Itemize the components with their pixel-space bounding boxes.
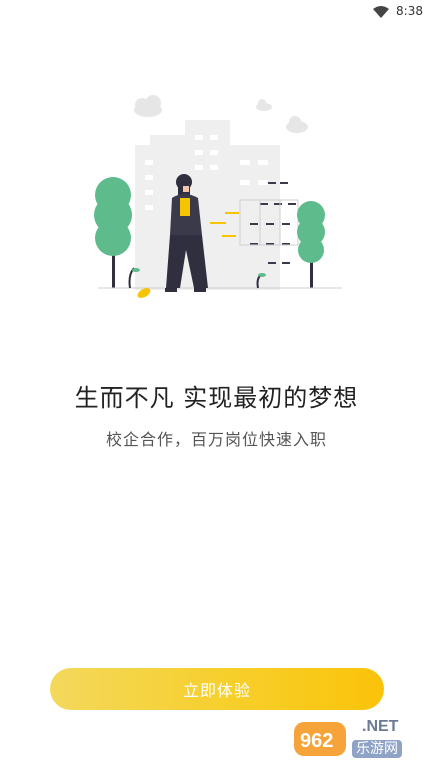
try-now-button[interactable]: 立即体验 (50, 668, 384, 710)
tree-left (94, 177, 132, 288)
wifi-icon (373, 6, 389, 18)
watermark-cn-text: 乐游网 (352, 740, 402, 758)
watermark-net-text: .NET (362, 718, 399, 735)
watermark-logo-text: 962 (300, 730, 333, 752)
watermark-logo-icon: 962 (294, 722, 346, 756)
tree-right (297, 201, 325, 288)
onboarding-headline: 生而不凡 实现最初的梦想 (74, 384, 359, 412)
status-bar: 8:38 (0, 0, 433, 24)
building-background (135, 120, 280, 290)
watermark: 962 .NET 乐游网 (292, 716, 427, 762)
hero-illustration (94, 95, 342, 298)
status-time: 8:38 (396, 4, 423, 18)
onboarding-subline: 校企合作，百万岗位快速入职 (105, 430, 327, 449)
